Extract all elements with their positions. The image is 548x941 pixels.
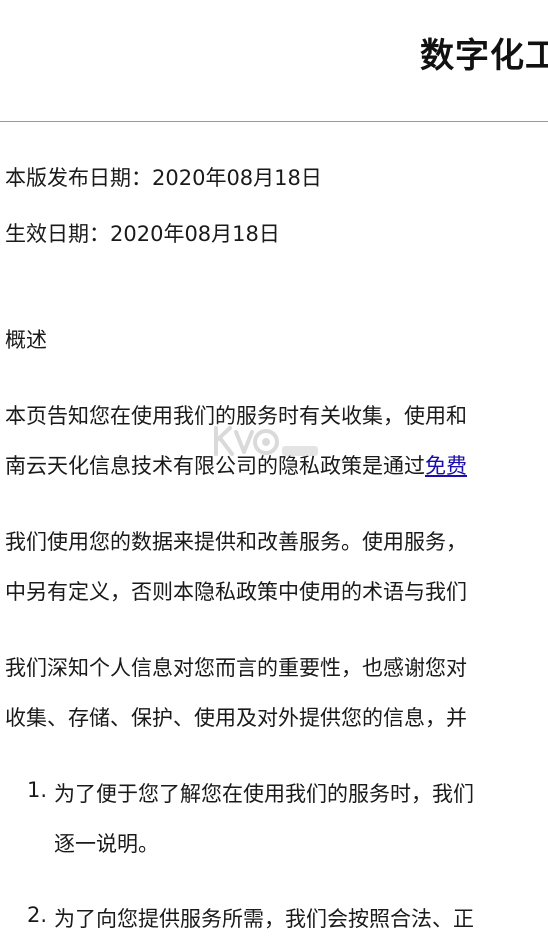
page-title: 数字化工 <box>420 36 548 76</box>
free-link[interactable]: 免费 <box>425 454 467 478</box>
paragraph-3-line-2: 收集、存储、保护、使用及对外提供您的信息，并 <box>5 706 467 730</box>
overview-heading: 概述 <box>5 328 47 352</box>
list-item-1-number: 1. <box>27 778 48 802</box>
list-item-1-line-1: 为了便于您了解您在使用我们的服务时，我们 <box>54 782 474 806</box>
paragraph-2-line-2: 中另有定义，否则本隐私政策中使用的术语与我们 <box>5 580 467 604</box>
paragraph-2-line-1: 我们使用您的数据来提供和改善服务。使用服务， <box>5 530 467 554</box>
effective-date: 生效日期：2020年08月18日 <box>5 222 280 246</box>
release-date: 本版发布日期：2020年08月18日 <box>5 166 322 190</box>
paragraph-3-line-1: 我们深知个人信息对您而言的重要性，也感谢您对 <box>5 656 467 680</box>
list-item-2-number: 2. <box>27 903 48 927</box>
list-item-1-line-2: 逐一说明。 <box>54 832 159 856</box>
policy-content: 本版发布日期：2020年08月18日 生效日期：2020年08月18日 概述 本… <box>0 122 548 941</box>
watermark-logo-icon <box>214 426 318 456</box>
page-header: 数字化工 <box>0 0 548 122</box>
list-item-2-line-1: 为了向您提供服务所需，我们会按照合法、正 <box>54 907 474 931</box>
